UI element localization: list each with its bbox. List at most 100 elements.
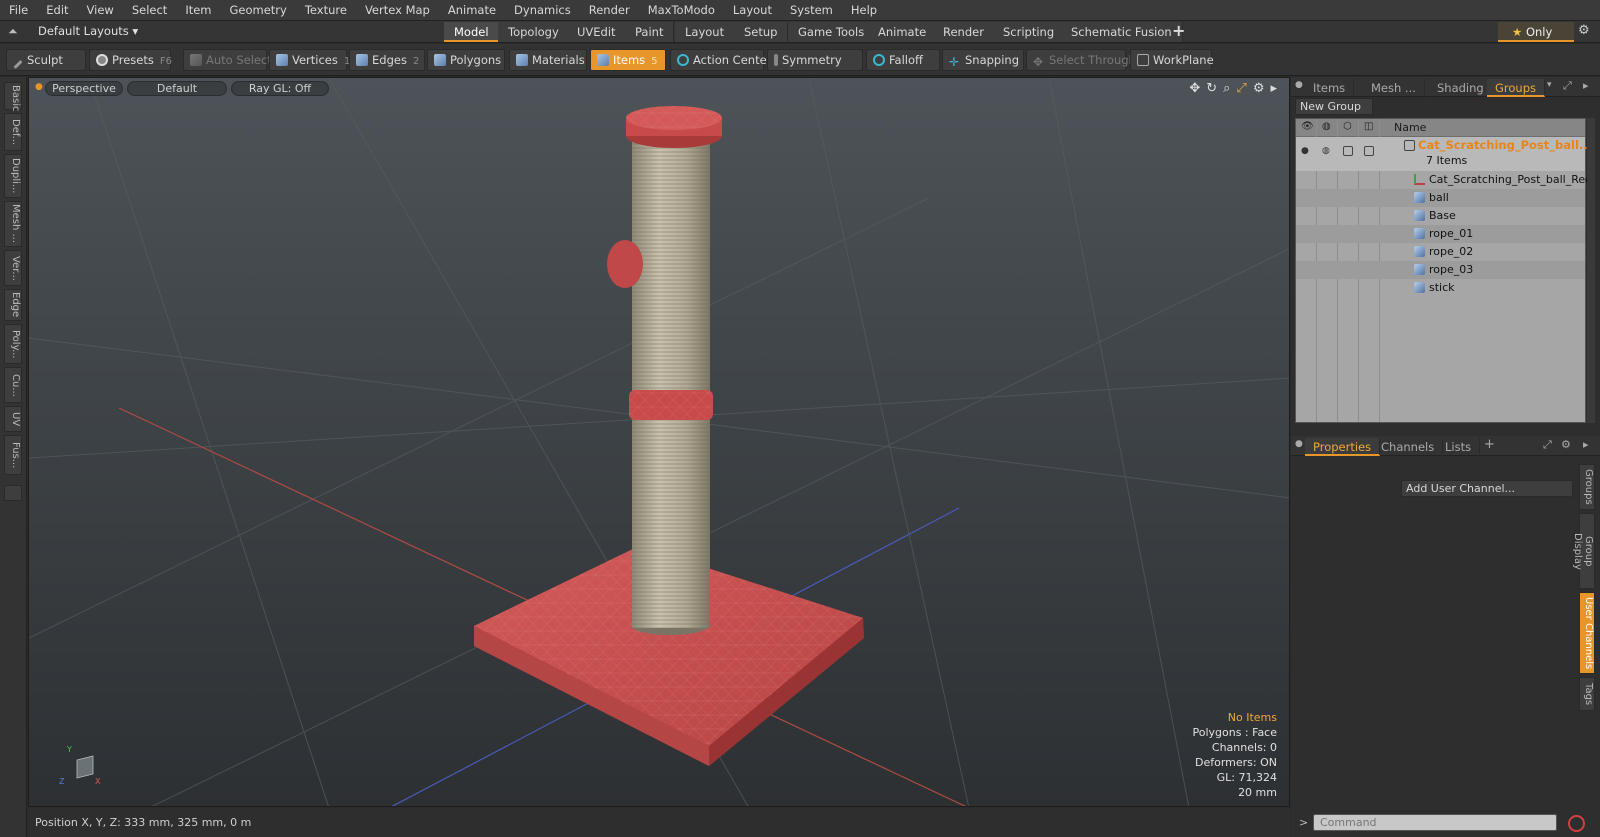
left-tab-polygon[interactable]: Poly... [4, 324, 22, 364]
tab-shading[interactable]: Shading [1429, 79, 1493, 97]
shading-mode-button[interactable]: Default [127, 81, 227, 96]
workplane-button[interactable]: WorkPlane [1130, 49, 1214, 71]
lock-toggle-icon[interactable] [1343, 146, 1353, 156]
rotate-icon[interactable]: ↻ [1206, 81, 1217, 96]
fit-icon[interactable]: ⤢ [1236, 81, 1246, 96]
props-expand-icon[interactable]: ⤢ [1543, 438, 1552, 452]
menu-animate[interactable]: Animate [439, 3, 505, 17]
menu-view[interactable]: View [78, 3, 123, 17]
left-tab-duplicate[interactable]: Dupli... [4, 154, 22, 198]
sculpt-button[interactable]: Sculpt [6, 49, 86, 71]
tab-game-tools[interactable]: Game Tools [788, 22, 876, 42]
side-tab-tags[interactable]: Tags [1579, 677, 1595, 711]
pan-icon[interactable]: ✥ [1189, 81, 1200, 96]
tree-scrollbar[interactable] [1587, 118, 1595, 423]
menu-file[interactable]: File [0, 3, 37, 17]
left-tab-edge[interactable]: Edge [4, 289, 22, 321]
add-tab-icon[interactable]: + [1172, 21, 1185, 40]
add-user-channel-button[interactable]: Add User Channel... [1401, 480, 1573, 497]
presets-button[interactable]: Presets F6 [89, 49, 172, 71]
tree-item[interactable]: stick [1296, 279, 1585, 297]
action-center-button[interactable]: Action Center [670, 49, 771, 71]
view-mode-button[interactable]: Perspective [45, 81, 123, 96]
panel-expand-icon[interactable]: ⤢ [1563, 79, 1572, 93]
tab-paint[interactable]: Paint [625, 22, 675, 42]
new-group-button[interactable]: New Group [1295, 98, 1373, 115]
items-button[interactable]: Items 5 [590, 49, 666, 71]
tab-dropdown-icon[interactable]: ▾ [1547, 80, 1552, 90]
select-through-button[interactable]: ✥ Select Through [1026, 49, 1136, 71]
tree-item[interactable]: Base [1296, 207, 1585, 225]
gear-icon[interactable]: ⚙ [1578, 23, 1590, 38]
tab-items[interactable]: Items [1305, 79, 1355, 97]
layout-selector[interactable]: Default Layouts ▾ [38, 24, 138, 38]
edges-button[interactable]: Edges 2 [349, 49, 425, 71]
tab-topology[interactable]: Topology [498, 22, 570, 42]
tab-animate[interactable]: Animate [868, 22, 938, 42]
eye-icon[interactable]: ● [1301, 146, 1311, 156]
tab-groups[interactable]: Groups [1487, 79, 1546, 97]
tab-schematic-fusion[interactable]: Schematic Fusion [1061, 22, 1183, 42]
tab-uvedit[interactable]: UVEdit [567, 22, 627, 42]
tab-channels[interactable]: Channels [1373, 438, 1444, 456]
props-gear-icon[interactable]: ⚙ [1561, 438, 1571, 451]
add-panel-tab-icon[interactable]: + [1484, 437, 1495, 452]
menu-select[interactable]: Select [123, 3, 176, 17]
command-input[interactable] [1313, 814, 1557, 831]
3d-viewport[interactable]: ● Perspective Default Ray GL: Off ✥ ↻ ⌕ … [28, 77, 1290, 807]
materials-button[interactable]: Materials [509, 49, 587, 71]
menu-maxtomodo[interactable]: MaxToModo [639, 3, 724, 17]
auto-select-button[interactable]: Auto Select [183, 49, 272, 71]
menu-render[interactable]: Render [580, 3, 639, 17]
panel-menu-icon[interactable]: ● [1295, 80, 1303, 90]
left-tab-vertex[interactable]: Ver... [4, 250, 22, 286]
tab-mesh[interactable]: Mesh ... [1363, 79, 1425, 97]
collapse-up-icon[interactable]: ⏶ [8, 24, 22, 38]
menu-system[interactable]: System [781, 3, 842, 17]
viewport-menu-icon[interactable]: ● [35, 82, 43, 92]
tab-render[interactable]: Render [933, 22, 995, 42]
menu-geometry[interactable]: Geometry [221, 3, 296, 17]
side-tab-groups[interactable]: Groups [1579, 464, 1595, 510]
expand-right-icon[interactable]: ▸ [1270, 81, 1277, 96]
menu-layout[interactable]: Layout [724, 3, 781, 17]
menu-item[interactable]: Item [176, 3, 220, 17]
tree-item[interactable]: rope_01 [1296, 225, 1585, 243]
menu-dynamics[interactable]: Dynamics [505, 3, 580, 17]
menu-edit[interactable]: Edit [37, 3, 77, 17]
left-tab-mesh[interactable]: Mesh ... [4, 201, 22, 247]
left-tab-basic[interactable]: Basic [4, 82, 22, 111]
menu-vertex-map[interactable]: Vertex Map [356, 3, 439, 17]
panel-arrow-icon[interactable]: ▸ [1583, 79, 1589, 92]
viewport-gear-icon[interactable]: ⚙ [1253, 81, 1265, 96]
menu-help[interactable]: Help [842, 3, 886, 17]
select-toggle-icon[interactable] [1364, 146, 1374, 156]
props-arrow-icon[interactable]: ▸ [1583, 438, 1589, 451]
left-tab-expand-icon[interactable] [4, 485, 22, 501]
tab-setup[interactable]: Setup [734, 22, 789, 42]
only-toggle[interactable]: ★ Only [1498, 22, 1574, 42]
side-tab-group-display[interactable]: Group Display [1572, 513, 1595, 589]
raygl-toggle[interactable]: Ray GL: Off [231, 81, 329, 96]
tree-root-group[interactable]: ● ◍ Cat_Scratching_Post_ball... 7 Items [1296, 137, 1592, 171]
left-tab-fusion[interactable]: Fus... [4, 435, 22, 475]
tab-lists[interactable]: Lists [1437, 438, 1481, 456]
tab-scripting[interactable]: Scripting [993, 22, 1066, 42]
record-macro-icon[interactable] [1568, 815, 1585, 832]
tree-item[interactable]: rope_02 [1296, 243, 1585, 261]
zoom-icon[interactable]: ⌕ [1223, 81, 1230, 96]
left-tab-uv[interactable]: UV [4, 406, 22, 432]
tab-model[interactable]: Model [444, 22, 500, 42]
falloff-button[interactable]: Falloff [866, 49, 940, 71]
props-menu-icon[interactable]: ● [1295, 439, 1303, 449]
symmetry-button[interactable]: Symmetry [767, 49, 863, 71]
menu-texture[interactable]: Texture [296, 3, 356, 17]
tree-item[interactable]: rope_03 [1296, 261, 1585, 279]
left-tab-deform[interactable]: Def... [4, 113, 22, 151]
tree-item[interactable]: Cat_Scratching_Post_ball_Red [1296, 171, 1592, 189]
tab-properties[interactable]: Properties [1305, 438, 1381, 456]
left-tab-curve[interactable]: Cu... [4, 367, 22, 403]
vertices-button[interactable]: Vertices 1 [269, 49, 350, 71]
side-tab-user-channels[interactable]: User Channels [1579, 592, 1595, 674]
snapping-button[interactable]: ✛ Snapping [942, 49, 1024, 71]
